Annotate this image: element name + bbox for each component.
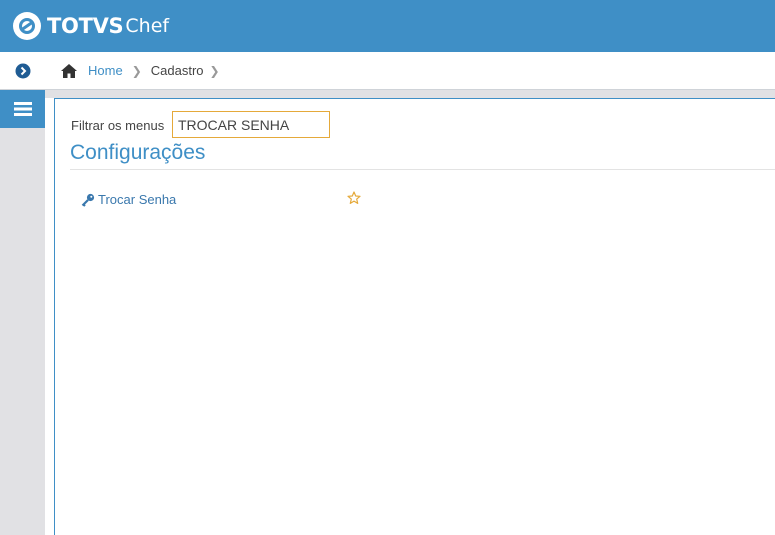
section-divider <box>70 169 775 170</box>
chevron-right-circle-icon <box>15 63 30 78</box>
key-icon <box>81 193 95 207</box>
top-bar: TOTVS Chef <box>0 0 775 52</box>
chevron-right-icon: ❯ <box>209 63 220 78</box>
brand-logo[interactable]: TOTVS Chef <box>12 10 169 42</box>
main-menu-button[interactable] <box>0 90 45 128</box>
star-outline-icon[interactable] <box>347 191 361 205</box>
chevron-right-icon: ❯ <box>131 63 142 78</box>
breadcrumb: Home ❯ Cadastro ❯ <box>45 52 775 90</box>
home-icon[interactable] <box>60 63 78 79</box>
content-gutter <box>45 90 775 98</box>
section-title: Configurações <box>70 141 206 164</box>
hamburger-icon <box>13 102 32 116</box>
menu-filter-input[interactable] <box>172 111 330 138</box>
brand-name: TOTVS <box>47 14 124 38</box>
breadcrumb-home-link[interactable]: Home <box>88 63 123 78</box>
totvs-logo-icon <box>13 12 41 40</box>
menu-item-trocar-senha[interactable]: Trocar Senha <box>81 192 176 207</box>
filter-label: Filtrar os menus <box>71 118 165 133</box>
breadcrumb-current[interactable]: Cadastro <box>151 63 204 78</box>
brand-product: Chef <box>125 15 170 37</box>
expand-sidebar-button[interactable] <box>0 52 45 90</box>
menu-panel: Filtrar os menus Configurações Trocar Se… <box>54 98 775 535</box>
menu-item-label: Trocar Senha <box>98 192 177 207</box>
